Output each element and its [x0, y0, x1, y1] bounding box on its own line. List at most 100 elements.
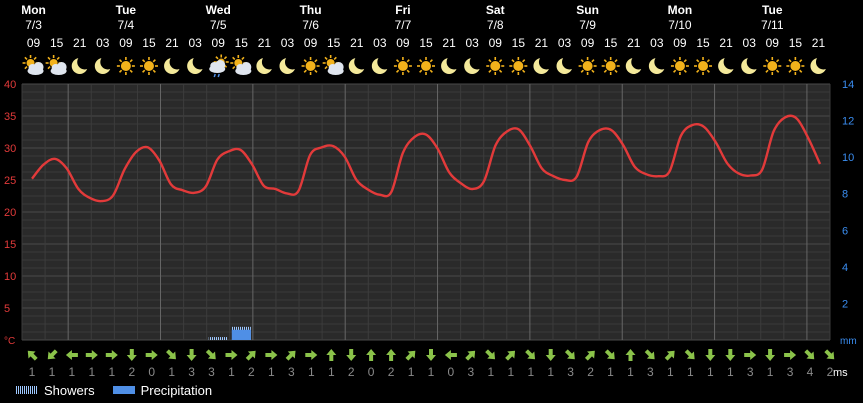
wind-speed: 1 [707, 365, 714, 379]
wind-speed: 3 [468, 365, 475, 379]
wind-speed: 3 [787, 365, 794, 379]
day-date: 7/6 [302, 18, 319, 32]
wind-arrow-icon [765, 349, 776, 361]
hour-label: 09 [489, 36, 503, 50]
hour-label: 15 [789, 36, 803, 50]
hour-label: 15 [419, 36, 433, 50]
sun-icon [601, 57, 620, 75]
wind-arrow-icon [705, 349, 716, 361]
wind-arrow-icon [426, 349, 436, 361]
wind-speed: 1 [49, 365, 56, 379]
moon-icon [741, 54, 762, 74]
moon-icon [556, 54, 578, 74]
wind-speed: 1 [408, 365, 415, 379]
day-name: Sat [486, 3, 505, 17]
y-tick-right: 4 [842, 262, 848, 274]
wind-arrow-icon [366, 349, 377, 361]
weather-widget: Mon7/3Tue7/4Wed7/5Thu7/6Fri7/7Sat7/8Sun7… [4, 3, 857, 379]
showers-swatch [16, 386, 38, 394]
wind-arrow-icon [604, 349, 615, 360]
hour-label: 15 [50, 36, 64, 50]
y-tick-right: 12 [842, 116, 854, 128]
wind-speed: 1 [607, 365, 614, 379]
sun-icon [670, 57, 689, 75]
y-tick-right: 8 [842, 189, 848, 201]
wind-arrow-icon [386, 349, 397, 361]
wind-speed: 1 [767, 365, 774, 379]
y-tick-left: 40 [4, 79, 16, 91]
legend-item-showers: Showers [16, 383, 95, 398]
wind-speed: 0 [368, 365, 375, 379]
wind-speed: 1 [547, 365, 554, 379]
day-date: 7/8 [487, 18, 504, 32]
day-date: 7/3 [25, 18, 42, 32]
wind-arrow-icon [405, 350, 416, 361]
moon-icon [718, 54, 739, 74]
wind-speed: 1 [487, 365, 494, 379]
wind-speed: 1 [228, 365, 235, 379]
wind-speed: 1 [727, 365, 734, 379]
moon-icon [187, 54, 208, 74]
day-name: Thu [300, 3, 322, 17]
wind-arrow-icon [505, 350, 516, 361]
wind-arrow-icon [265, 350, 278, 360]
moon-icon [94, 54, 116, 74]
hour-label: 21 [719, 36, 733, 50]
sun-icon [116, 57, 135, 75]
moon-icon [371, 54, 393, 74]
wind-speed: 0 [148, 365, 155, 379]
hour-label: 09 [27, 36, 41, 50]
wind-speed: 1 [308, 365, 315, 379]
hour-label: 15 [142, 36, 156, 50]
y-tick-left: 20 [4, 207, 16, 219]
hour-label: 21 [442, 36, 456, 50]
wind-arrow-icon [186, 349, 197, 361]
hour-label: 21 [535, 36, 549, 50]
hour-label: 09 [766, 36, 780, 50]
wind-arrow-icon [225, 350, 238, 360]
legend-item-precipitation: Precipitation [112, 383, 212, 398]
wind-arrow-icon [27, 350, 38, 361]
sun-icon [301, 57, 320, 75]
partly-cloudy-icon [230, 55, 252, 75]
moon-icon [441, 54, 462, 74]
wind-arrow-icon [65, 350, 78, 360]
day-date: 7/7 [395, 18, 412, 32]
wind-speed: 2 [348, 365, 355, 379]
hour-label: 09 [304, 36, 318, 50]
wind-arrow-icon [584, 350, 595, 361]
wind-speed: 1 [687, 365, 694, 379]
wind-speed: 2 [587, 365, 594, 379]
day-date: 7/10 [668, 18, 692, 32]
wind-arrow-icon [744, 350, 757, 360]
day-name: Sun [576, 3, 599, 17]
day-name: Mon [668, 3, 693, 17]
wind-arrow-icon [664, 350, 675, 361]
wind-arrow-icon [784, 350, 797, 360]
wind-speed: 0 [448, 365, 455, 379]
wind-arrow-icon [85, 350, 98, 360]
moon-icon [348, 54, 370, 74]
sun-icon [509, 57, 528, 75]
wind-speed: 3 [747, 365, 754, 379]
wind-arrow-icon [47, 349, 58, 360]
wind-arrow-icon [644, 349, 655, 360]
wind-arrow-icon [444, 350, 457, 360]
wind-arrow-icon [205, 349, 216, 360]
moon-icon [648, 54, 670, 74]
hour-label: 21 [812, 36, 826, 50]
wind-arrow-icon [346, 349, 357, 361]
day-name: Mon [21, 3, 46, 17]
hour-label: 15 [696, 36, 710, 50]
wind-speed: 1 [268, 365, 275, 379]
wind-arrow-icon [684, 349, 695, 360]
wind-arrow-icon [725, 349, 736, 361]
sun-icon [694, 57, 713, 75]
wind-arrow-icon [824, 349, 835, 360]
wind-arrow-icon [625, 349, 636, 361]
hour-label: 03 [465, 36, 479, 50]
wind-row: 1111120133121311202110311113211311113134… [27, 349, 848, 379]
day-date: 7/4 [118, 18, 135, 32]
left-axis-unit: °C [4, 336, 15, 347]
partly-cloudy-icon [45, 55, 67, 75]
